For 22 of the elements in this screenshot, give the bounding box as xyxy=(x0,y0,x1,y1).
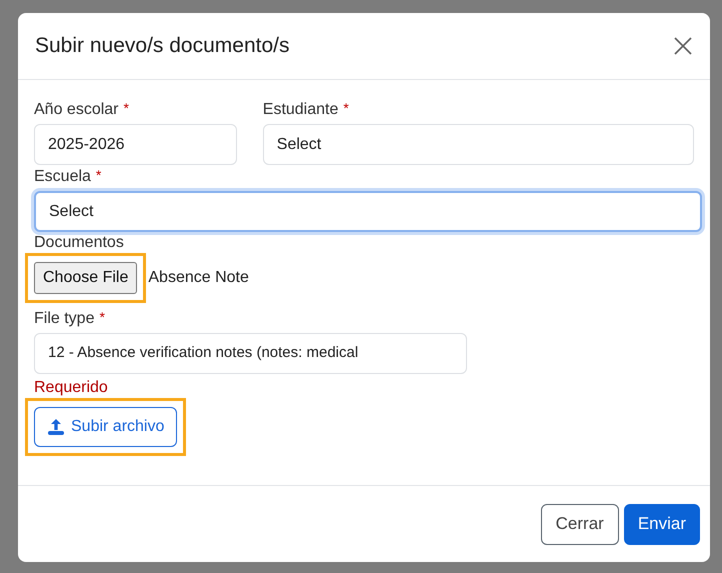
close-icon[interactable] xyxy=(673,36,693,56)
required-mark: * xyxy=(124,100,129,116)
field-label: Año escolar xyxy=(34,100,118,120)
select-field[interactable]: Select xyxy=(34,191,702,232)
required-mark: * xyxy=(96,167,102,183)
field-label: File type xyxy=(34,309,94,329)
select-field[interactable]: Select xyxy=(262,124,694,165)
cancel-button[interactable]: Cerrar xyxy=(540,504,619,544)
dialog-title: Subir nuevo/s documento/s xyxy=(35,33,290,60)
upload-button[interactable]: Subir archivo xyxy=(34,407,178,447)
file-name: Absence Note xyxy=(148,268,249,288)
choose-file-button[interactable]: Choose File xyxy=(34,262,138,294)
upload-icon xyxy=(47,418,65,436)
field-label: Escuela xyxy=(34,167,91,187)
section-label: Documentos xyxy=(34,233,125,253)
field-label: Estudiante xyxy=(262,100,338,120)
select-field[interactable]: 2025-2026 xyxy=(34,124,237,165)
submit-button[interactable]: Enviar xyxy=(624,504,700,544)
error-message: Requerido xyxy=(34,378,109,398)
required-mark: * xyxy=(343,100,349,116)
select-field[interactable]: 12 - Absence verification notes (notes: medical xyxy=(34,333,467,374)
required-mark: * xyxy=(99,309,105,325)
